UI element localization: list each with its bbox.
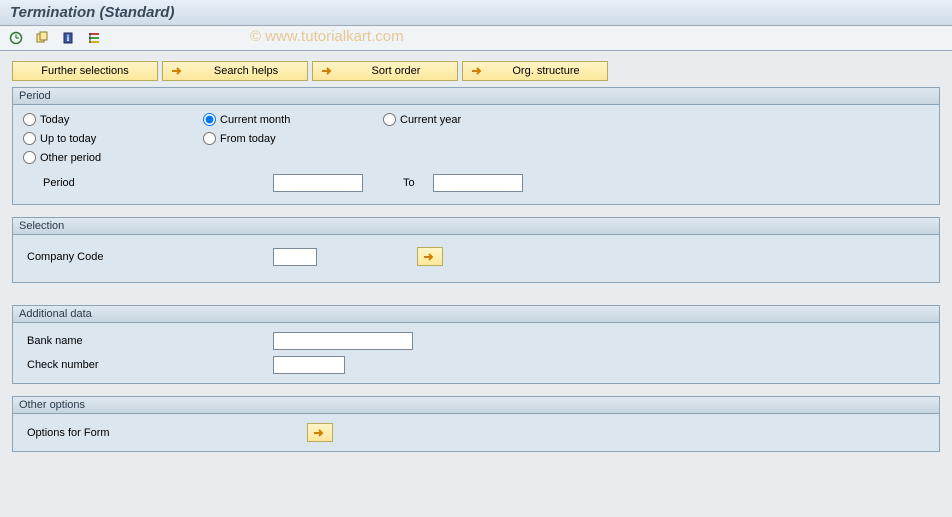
period-to-input[interactable] xyxy=(433,174,523,192)
org-structure-button[interactable]: Org. structure xyxy=(462,61,608,81)
period-group: Period Today Current month Current year … xyxy=(12,87,940,205)
period-from-input[interactable] xyxy=(273,174,363,192)
additional-body: Bank name Check number xyxy=(12,323,940,384)
period-from-label: Period xyxy=(23,177,273,189)
company-code-multiselect-button[interactable] xyxy=(417,247,443,266)
radio-from-today[interactable]: From today xyxy=(203,132,383,145)
check-number-input[interactable] xyxy=(273,356,345,374)
selection-legend: Selection xyxy=(12,217,940,235)
selection-body: Company Code xyxy=(12,235,940,283)
search-helps-button[interactable]: Search helps xyxy=(162,61,308,81)
sort-order-label: Sort order xyxy=(341,65,451,77)
radio-other-period-label: Other period xyxy=(40,152,101,164)
radio-current-month[interactable]: Current month xyxy=(203,113,383,126)
additional-data-group: Additional data Bank name Check number xyxy=(12,305,940,384)
period-to-label: To xyxy=(403,177,415,189)
further-selections-button[interactable]: Further selections xyxy=(12,61,158,81)
period-body: Today Current month Current year Up to t… xyxy=(12,105,940,205)
content-area: Further selections Search helps Sort ord… xyxy=(0,51,952,474)
radio-today[interactable]: Today xyxy=(23,113,203,126)
arrow-right-icon xyxy=(313,428,327,438)
radio-current-year-input[interactable] xyxy=(383,113,396,126)
window-title: Termination (Standard) xyxy=(0,0,952,26)
search-helps-label: Search helps xyxy=(191,65,301,77)
variant-icon[interactable] xyxy=(32,29,52,47)
app-toolbar: i © www.tutorialkart.com xyxy=(0,26,952,51)
radio-current-year[interactable]: Current year xyxy=(383,113,563,126)
radio-other-period[interactable]: Other period xyxy=(23,151,203,164)
radio-from-today-label: From today xyxy=(220,133,276,145)
action-button-row: Further selections Search helps Sort ord… xyxy=(12,61,940,81)
radio-current-year-label: Current year xyxy=(400,114,461,126)
radio-from-today-input[interactable] xyxy=(203,132,216,145)
radio-today-input[interactable] xyxy=(23,113,36,126)
bank-name-label: Bank name xyxy=(23,335,273,347)
radio-today-label: Today xyxy=(40,114,69,126)
radio-up-to-today-input[interactable] xyxy=(23,132,36,145)
radio-up-to-today-label: Up to today xyxy=(40,133,96,145)
arrow-right-icon xyxy=(469,64,487,78)
arrow-right-icon xyxy=(169,64,187,78)
radio-other-period-input[interactable] xyxy=(23,151,36,164)
watermark-text: © www.tutorialkart.com xyxy=(250,28,404,45)
other-legend: Other options xyxy=(12,396,940,414)
bank-name-input[interactable] xyxy=(273,332,413,350)
company-code-input[interactable] xyxy=(273,248,317,266)
org-structure-label: Org. structure xyxy=(491,65,601,77)
radio-up-to-today[interactable]: Up to today xyxy=(23,132,203,145)
arrow-right-icon xyxy=(319,64,337,78)
info-icon[interactable]: i xyxy=(58,29,78,47)
company-code-label: Company Code xyxy=(23,251,273,263)
selection-group: Selection Company Code xyxy=(12,217,940,283)
arrow-right-icon xyxy=(423,252,437,262)
check-number-label: Check number xyxy=(23,359,273,371)
other-body: Options for Form xyxy=(12,414,940,452)
radio-current-month-label: Current month xyxy=(220,114,290,126)
radio-current-month-input[interactable] xyxy=(203,113,216,126)
further-selections-label: Further selections xyxy=(19,65,151,77)
sort-order-button[interactable]: Sort order xyxy=(312,61,458,81)
options-form-label: Options for Form xyxy=(23,427,273,439)
additional-legend: Additional data xyxy=(12,305,940,323)
period-legend: Period xyxy=(12,87,940,105)
options-form-button[interactable] xyxy=(307,423,333,442)
execute-icon[interactable] xyxy=(6,29,26,47)
other-options-group: Other options Options for Form xyxy=(12,396,940,452)
structure-icon[interactable] xyxy=(84,29,104,47)
